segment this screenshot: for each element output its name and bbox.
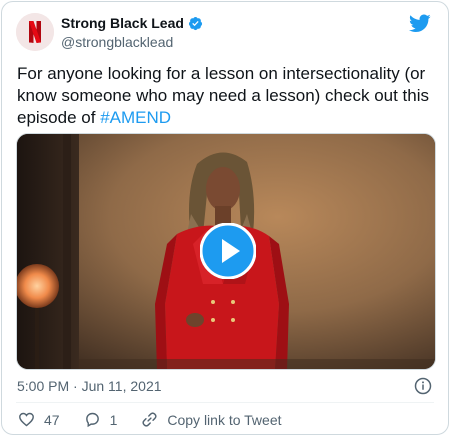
- divider: [16, 402, 434, 403]
- author-handle[interactable]: @strongblacklead: [61, 34, 173, 50]
- link-icon: [142, 412, 157, 427]
- tweet-time[interactable]: 5:00 PM: [17, 378, 69, 394]
- hashtag-link[interactable]: #AMEND: [100, 108, 171, 127]
- author-name-row[interactable]: Strong Black Lead: [61, 15, 203, 31]
- author-display-name[interactable]: Strong Black Lead: [61, 15, 184, 31]
- video-thumbnail[interactable]: [16, 133, 436, 370]
- tweet-text: For anyone looking for a lesson on inter…: [17, 63, 437, 129]
- verified-badge-icon: [188, 16, 202, 30]
- reply-button[interactable]: 1: [84, 411, 118, 428]
- avatar[interactable]: [16, 13, 54, 51]
- like-count: 47: [44, 411, 60, 428]
- copy-link-button[interactable]: Copy link to Tweet: [141, 411, 282, 428]
- play-icon: [199, 222, 257, 280]
- twitter-bird-icon[interactable]: [409, 14, 431, 33]
- play-button[interactable]: [199, 222, 257, 280]
- like-button[interactable]: 47: [18, 411, 60, 428]
- tweet-actions: 47 1 Copy link to Tweet: [18, 411, 282, 428]
- tweet-card: Strong Black Lead @strongblacklead For a…: [1, 1, 449, 435]
- meta-separator: ·: [69, 378, 82, 394]
- copy-link-label: Copy link to Tweet: [167, 411, 282, 428]
- reply-count: 1: [109, 411, 118, 428]
- tweet-body: For anyone looking for a lesson on inter…: [17, 64, 430, 127]
- tweet-timestamp[interactable]: 5:00 PM · Jun 11, 2021: [17, 378, 162, 394]
- reply-bubble-icon: [85, 412, 99, 428]
- tweet-date[interactable]: Jun 11, 2021: [82, 378, 162, 394]
- heart-icon: [19, 412, 34, 427]
- info-icon[interactable]: [414, 377, 432, 395]
- netflix-n-logo: [16, 13, 54, 51]
